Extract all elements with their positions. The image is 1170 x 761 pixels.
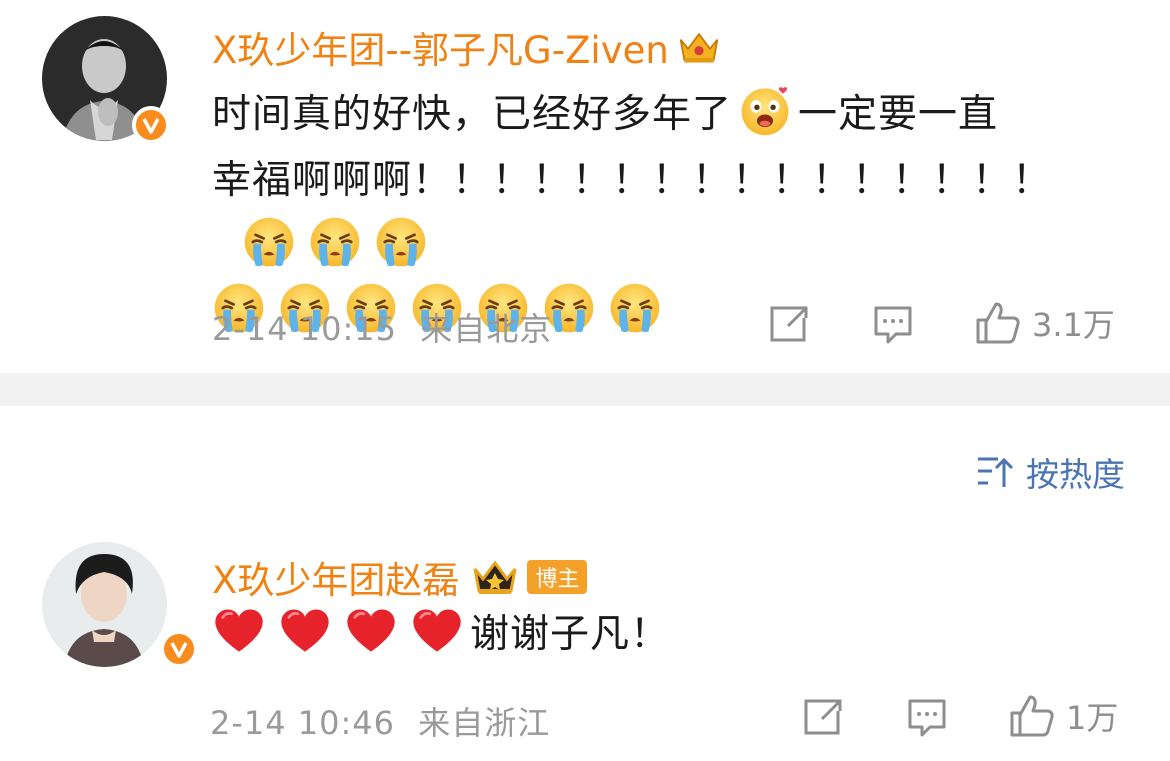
like-count: 3.1万	[1032, 306, 1115, 344]
username[interactable]: X玖少年团--郭子凡G-Ziven	[212, 20, 721, 74]
sort-label: 按热度	[1026, 455, 1125, 494]
comment-meta: 2-14 10:46 来自浙江	[210, 698, 550, 744]
crown-icon	[677, 27, 721, 67]
share-icon	[770, 306, 808, 342]
avatar-photo	[42, 542, 167, 667]
heart-emoji-icon	[410, 603, 464, 657]
comment-text-suffix: 谢谢子凡！	[470, 612, 671, 657]
comment-button[interactable]	[906, 697, 948, 739]
thumbs-up-icon	[976, 302, 1020, 344]
repost-button[interactable]	[768, 304, 810, 344]
section-divider	[0, 373, 1170, 406]
comment-text-part3: 幸福啊啊啊！！！！！！！！！！！！！！！！	[212, 158, 1053, 203]
share-icon	[804, 699, 842, 735]
comment-text-part2: 一定要一直	[798, 92, 999, 137]
like-count: 1万	[1066, 699, 1119, 737]
avatar[interactable]	[42, 542, 198, 668]
like-button[interactable]: 1万	[1008, 693, 1118, 739]
username-text: X玖少年团--郭子凡G-Ziven	[212, 29, 669, 72]
verified-badge-icon	[160, 630, 198, 668]
location: 来自浙江	[418, 704, 551, 742]
location: 来自北京	[420, 310, 553, 348]
username-text: X玖少年团赵磊	[212, 559, 460, 602]
repost-button[interactable]	[802, 697, 844, 737]
like-button[interactable]: 3.1万	[974, 300, 1115, 346]
timestamp: 2-14 10:46	[210, 704, 396, 742]
comment-text: 谢谢子凡！	[212, 602, 1112, 668]
cry-emoji-icon	[308, 215, 362, 269]
comment-meta: 2-14 10:15 来自北京	[212, 304, 552, 350]
comment-icon	[874, 306, 912, 344]
timestamp: 2-14 10:15	[212, 310, 398, 348]
comment-button[interactable]	[872, 304, 914, 346]
crown-icon	[471, 557, 519, 597]
comment-text-part1: 时间真的好快，已经好多年了	[212, 92, 733, 137]
thumbs-up-icon	[1010, 695, 1054, 737]
cry-emoji-icon	[242, 215, 296, 269]
cry-emoji-icon	[374, 215, 428, 269]
cry-emoji-icon	[608, 281, 662, 335]
comment-icon	[908, 699, 946, 737]
grin-emoji-icon	[738, 83, 792, 137]
blogger-badge: 博主	[527, 560, 588, 594]
heart-emoji-icon	[278, 603, 332, 657]
username[interactable]: X玖少年团赵磊 博主	[212, 550, 588, 604]
heart-emoji-icon	[344, 603, 398, 657]
verified-badge-icon	[132, 106, 170, 144]
avatar[interactable]	[42, 16, 170, 144]
heart-emoji-icon	[212, 603, 266, 657]
sort-by-hot-button[interactable]: 按热度	[976, 448, 1125, 496]
sort-icon	[978, 457, 1014, 487]
